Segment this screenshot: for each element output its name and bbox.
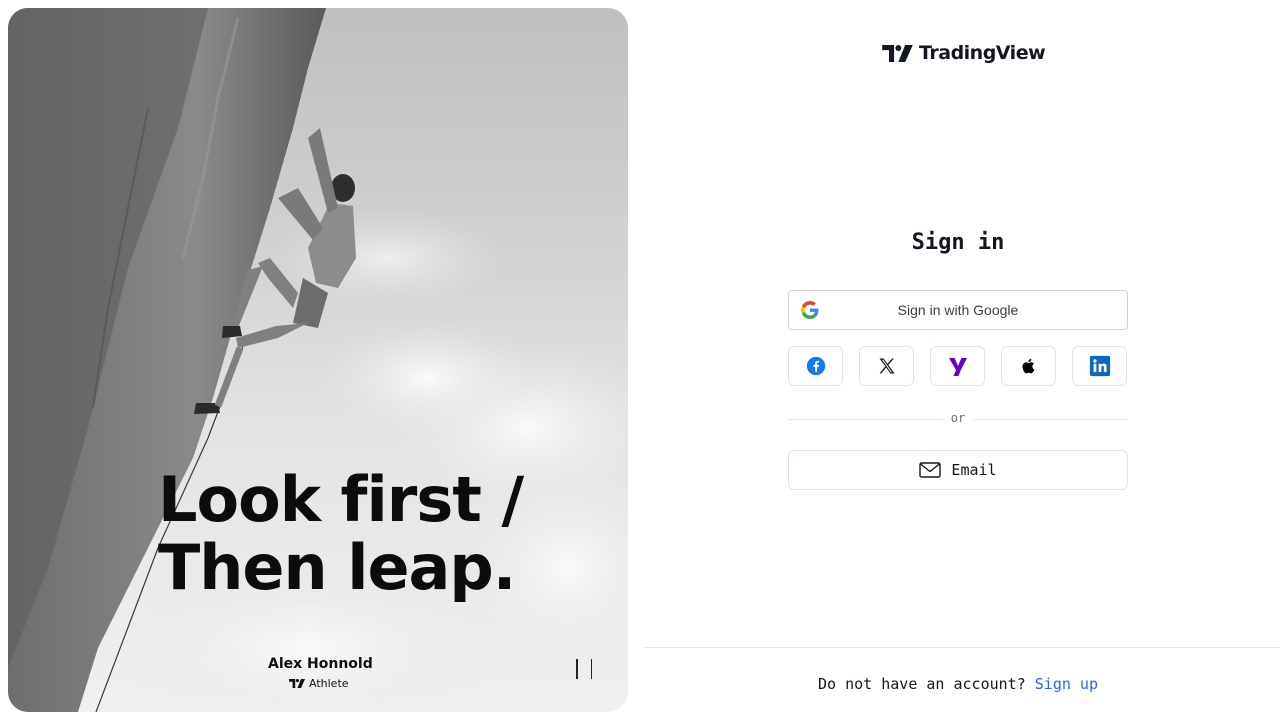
facebook-icon: [806, 356, 825, 376]
pause-button[interactable]: [573, 656, 595, 682]
yahoo-signin-button[interactable]: [930, 346, 985, 386]
athlete-role-label: Athlete: [309, 677, 349, 690]
hero-headline: Look first / Then leap.: [158, 463, 524, 604]
tradingview-logo-icon: [289, 679, 305, 688]
signup-prompt-text: Do not have an account?: [818, 675, 1026, 693]
or-divider: or: [788, 410, 1128, 428]
pause-icon: [576, 659, 578, 679]
athlete-name: Alex Honnold: [268, 656, 373, 672]
headline-line-2: Then leap.: [158, 531, 516, 604]
athlete-role: Athlete: [289, 677, 349, 690]
apple-signin-button[interactable]: [1001, 346, 1056, 386]
google-signin-button[interactable]: Sign in with Google: [788, 290, 1128, 330]
page-title: Sign in: [911, 230, 1005, 255]
apple-icon: [1022, 358, 1034, 374]
social-login-row: [788, 346, 1128, 386]
yahoo-icon: [948, 358, 967, 376]
mail-icon: [919, 462, 942, 478]
linkedin-signin-button[interactable]: [1072, 346, 1127, 386]
footer-divider: [644, 647, 1280, 648]
signup-link[interactable]: Sign up: [1035, 675, 1098, 693]
signup-prompt: Do not have an account? Sign up: [644, 675, 1272, 693]
brand-logo[interactable]: TradingView: [882, 42, 1046, 64]
tradingview-logo-icon: [882, 44, 913, 62]
headline-line-1: Look first /: [158, 463, 524, 536]
hero-panel: Look first / Then leap. Alex Honnold Ath…: [8, 8, 628, 712]
x-signin-button[interactable]: [859, 346, 914, 386]
brand-name: TradingView: [919, 42, 1046, 64]
rock-climber-photo: [8, 8, 628, 712]
linkedin-icon: [1089, 355, 1110, 377]
facebook-signin-button[interactable]: [788, 346, 843, 386]
google-signin-label: Sign in with Google: [897, 302, 1019, 318]
email-signin-label: Email: [951, 461, 997, 479]
or-text: or: [950, 411, 966, 425]
email-signin-button[interactable]: Email: [788, 450, 1128, 490]
x-icon: [879, 358, 894, 374]
